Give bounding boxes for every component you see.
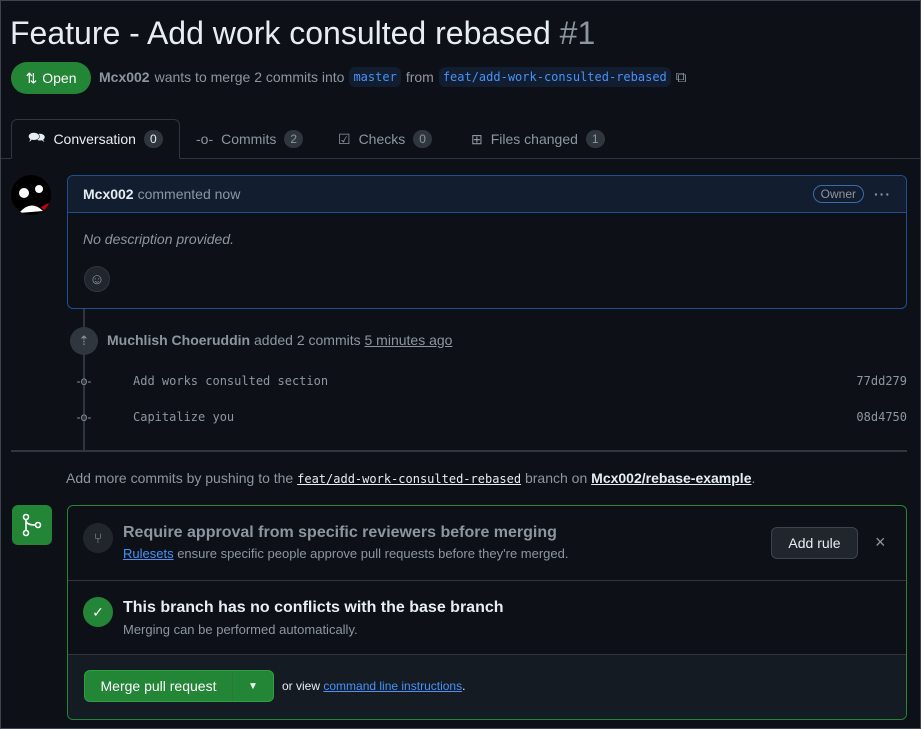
tab-label: Files changed bbox=[490, 131, 578, 147]
pr-author-link[interactable]: Mcx002 bbox=[99, 69, 150, 85]
or-view-text: or view bbox=[282, 679, 321, 693]
push-action: added 2 commits bbox=[254, 332, 361, 348]
head-branch[interactable]: feat/add-work-consulted-rebased bbox=[438, 67, 671, 87]
status-label: Open bbox=[42, 70, 77, 86]
avatar[interactable] bbox=[11, 175, 51, 215]
merge-status-title: This branch has no conflicts with the ba… bbox=[123, 599, 504, 616]
pr-title-text: Feature - Add work consulted rebased bbox=[10, 15, 551, 51]
pr-summary: wants to merge 2 commits into bbox=[154, 69, 345, 85]
repo-link[interactable]: Mcx002/rebase-example bbox=[591, 470, 751, 486]
commit-row: -o- Capitalize you 08d4750 bbox=[73, 407, 907, 427]
from-label: from bbox=[405, 69, 434, 85]
file-diff-icon: ⊞ bbox=[471, 130, 483, 147]
merge-status: ✓ This branch has no conflicts with the … bbox=[68, 581, 906, 655]
pr-tabs: 🗪 Conversation 0 -o- Commits 2 ☑ Checks 0 ⊞ Fil… bbox=[1, 119, 921, 159]
tab-commits[interactable]: -o- Commits 2 bbox=[180, 119, 319, 159]
commit-message[interactable]: Capitalize you bbox=[133, 410, 234, 424]
ruleset-desc: ensure specific people approve pull requ… bbox=[177, 546, 569, 561]
commit-message[interactable]: Add works consulted section bbox=[133, 374, 328, 388]
comment-author[interactable]: Mcx002 bbox=[83, 186, 134, 202]
git-merge-icon bbox=[12, 505, 52, 545]
comment-timestamp: commented now bbox=[137, 186, 241, 202]
triangle-down-icon[interactable]: ▼ bbox=[233, 671, 273, 701]
commit-sha[interactable]: 08d4750 bbox=[856, 410, 907, 424]
tab-label: Commits bbox=[221, 131, 277, 147]
commit-icon: -o- bbox=[76, 410, 92, 424]
avatar-image bbox=[11, 185, 49, 215]
commit-sha[interactable]: 77dd279 bbox=[856, 374, 907, 388]
command-line-instructions-link[interactable]: command line instructions bbox=[323, 679, 462, 693]
push-time-link[interactable]: 5 minutes ago bbox=[365, 332, 453, 348]
comment-body: No description provided. bbox=[83, 231, 234, 247]
kebab-menu-icon[interactable]: ··· bbox=[874, 186, 891, 202]
pr-number: #1 bbox=[559, 15, 596, 51]
add-reaction-smiley-icon[interactable]: ☺ bbox=[84, 266, 110, 292]
period: . bbox=[462, 679, 466, 693]
tab-label: Checks bbox=[358, 131, 406, 147]
push-event: Muchlish Choeruddin added 2 commits 5 mi… bbox=[107, 332, 452, 348]
tab-files-changed[interactable]: ⊞ Files changed 1 bbox=[455, 119, 621, 159]
hint-text: Add more commits by pushing to the bbox=[66, 470, 294, 486]
tab-count: 1 bbox=[585, 130, 605, 148]
pr-meta: Mcx002 wants to merge 2 commits into mas… bbox=[99, 67, 687, 87]
copy-icon[interactable]: ⧉ bbox=[676, 69, 687, 86]
close-icon[interactable]: × bbox=[875, 532, 886, 553]
timeline-divider bbox=[11, 450, 907, 452]
comment-discussion-icon: 🗪 bbox=[28, 129, 46, 145]
hint-text: branch on bbox=[524, 470, 588, 486]
tab-label: Conversation bbox=[53, 131, 136, 147]
comment-header: Mcx002 commented now Owner ··· bbox=[68, 176, 906, 213]
add-rule-button[interactable]: Add rule bbox=[771, 527, 858, 559]
push-author[interactable]: Muchlish Choeruddin bbox=[107, 332, 250, 348]
checklist-icon: ☑ bbox=[338, 130, 351, 147]
tab-conversation[interactable]: 🗪 Conversation 0 bbox=[11, 119, 180, 159]
add-more-commits-hint: Add more commits by pushing to the feat/… bbox=[66, 470, 755, 486]
merge-pull-request-button[interactable]: Merge pull request bbox=[85, 671, 233, 701]
tab-checks[interactable]: ☑ Checks 0 bbox=[322, 119, 448, 159]
ruleset-suggestion: ⑂ Require approval from specific reviewe… bbox=[68, 506, 906, 581]
merge-button-group: Merge pull request ▼ bbox=[84, 670, 274, 702]
commit-icon: -o- bbox=[76, 374, 92, 388]
pr-title: Feature - Add work consulted rebased #1 bbox=[10, 15, 595, 52]
owner-badge: Owner bbox=[812, 185, 864, 203]
rulesets-link[interactable]: Rulesets bbox=[123, 546, 174, 561]
tab-count: 2 bbox=[284, 130, 304, 148]
status-badge-open: ⇅ Open bbox=[11, 62, 91, 94]
merge-actions: Merge pull request ▼ or view command line… bbox=[68, 655, 906, 719]
merge-status-desc: Merging can be performed automatically. bbox=[123, 622, 358, 637]
head-branch-link[interactable]: feat/add-work-consulted-rebased bbox=[297, 472, 521, 486]
tab-count: 0 bbox=[143, 130, 163, 148]
tab-count: 0 bbox=[413, 130, 432, 148]
pull-request-icon: ⇅ bbox=[25, 69, 38, 86]
base-branch[interactable]: master bbox=[349, 67, 401, 87]
repo-push-icon: ⇡ bbox=[70, 327, 98, 355]
git-branch-icon: ⑂ bbox=[83, 523, 113, 553]
check-icon: ✓ bbox=[83, 597, 113, 627]
ruleset-title: Require approval from specific reviewers… bbox=[123, 524, 557, 541]
merge-box: ⑂ Require approval from specific reviewe… bbox=[67, 505, 907, 720]
hint-text: . bbox=[751, 470, 756, 486]
commit-icon: -o- bbox=[196, 131, 214, 147]
commit-row: -o- Add works consulted section 77dd279 bbox=[73, 371, 907, 391]
